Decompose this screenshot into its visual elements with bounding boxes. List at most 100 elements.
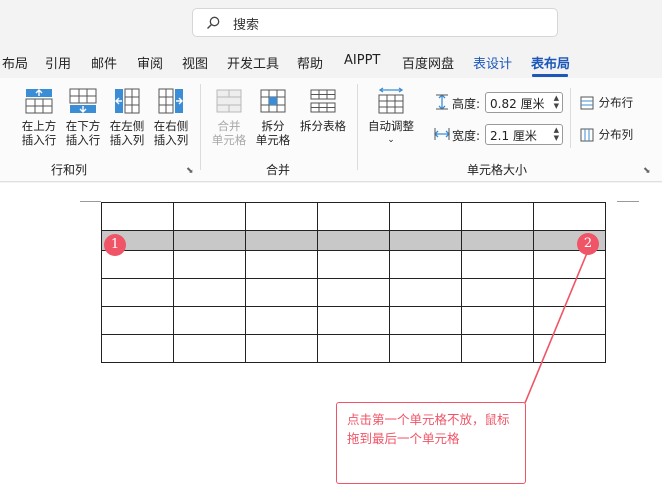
tab-help[interactable]: 帮助 <box>297 53 323 72</box>
dialog-launcher-icon[interactable]: ⬊ <box>186 166 194 176</box>
group-separator <box>570 88 571 148</box>
split-cells-label-1: 拆分 <box>261 119 285 133</box>
table-cell[interactable] <box>101 306 174 335</box>
table-cell[interactable] <box>101 202 174 231</box>
table-cell[interactable] <box>101 278 174 307</box>
table-cell[interactable] <box>389 250 462 279</box>
table-cell[interactable] <box>317 306 390 335</box>
autofit-button[interactable]: 自动调整 ⌄ <box>363 86 419 147</box>
split-table-label: 拆分表格 <box>300 119 346 133</box>
table-cell[interactable] <box>245 278 318 307</box>
table-cell[interactable] <box>389 334 462 363</box>
table-cell[interactable] <box>173 230 246 251</box>
distribute-rows-label: 分布行 <box>598 95 634 110</box>
table-cell[interactable] <box>173 334 246 363</box>
split-cells-label-2: 单元格 <box>255 133 291 147</box>
insert-column-right-button[interactable]: 在右侧 插入列 <box>149 86 193 147</box>
group-label-rows-columns: 行和列 <box>51 163 88 177</box>
search-box[interactable]: 搜索 <box>192 8 558 37</box>
dialog-launcher-icon[interactable]: ⬊ <box>643 166 651 176</box>
split-cells-button[interactable]: 拆分 单元格 <box>251 86 295 147</box>
insert-row-above-icon <box>25 89 53 114</box>
table-cell[interactable] <box>245 250 318 279</box>
table-cell[interactable] <box>245 334 318 363</box>
group-label-merge: 合并 <box>266 163 291 177</box>
word-table[interactable] <box>101 202 606 363</box>
table-cell[interactable] <box>461 230 534 251</box>
distribute-columns-button[interactable]: 分布列 <box>579 127 633 143</box>
table-cell[interactable] <box>101 334 174 363</box>
distribute-columns-label: 分布列 <box>598 127 634 142</box>
tab-references[interactable]: 引用 <box>45 53 71 72</box>
tab-mailings[interactable]: 邮件 <box>91 53 117 72</box>
column-width-input[interactable]: 2.1 厘米 ▲ ▼ <box>485 124 563 145</box>
tab-layout[interactable]: 布局 <box>2 53 28 72</box>
table-cell[interactable] <box>461 306 534 335</box>
width-label: 宽度: <box>452 129 481 143</box>
table-cell[interactable] <box>389 230 462 251</box>
instruction-callout: 点击第一个单元格不放，鼠标拖到最后一个单元格 <box>336 402 526 484</box>
split-table-icon <box>310 89 336 113</box>
column-width-icon <box>434 128 450 140</box>
table-cell[interactable] <box>461 334 534 363</box>
column-width-value: 2.1 厘米 <box>490 129 537 143</box>
insert-row-above-button[interactable]: 在上方 插入行 <box>17 86 61 147</box>
split-cells-icon <box>260 89 286 113</box>
row-height-input[interactable]: 0.82 厘米 ▲ ▼ <box>485 92 563 113</box>
tab-developer[interactable]: 开发工具 <box>227 53 279 72</box>
table-cell[interactable] <box>317 250 390 279</box>
height-label: 高度: <box>452 97 481 111</box>
merge-cells-icon <box>216 89 242 113</box>
search-icon <box>207 16 220 29</box>
table-cell[interactable] <box>533 202 606 231</box>
tab-review[interactable]: 审阅 <box>137 53 163 72</box>
insert-column-left-button[interactable]: 在左侧 插入列 <box>105 86 149 147</box>
insert-column-left-label-1: 在左侧 <box>109 119 145 133</box>
table-cell[interactable] <box>317 334 390 363</box>
distribute-columns-icon <box>580 128 594 142</box>
table-cell[interactable] <box>461 202 534 231</box>
margin-guide <box>80 201 101 202</box>
margin-guide <box>617 201 639 202</box>
tab-table-design[interactable]: 表设计 <box>473 53 512 72</box>
table-cell[interactable] <box>389 202 462 231</box>
active-tab-indicator <box>532 74 568 77</box>
tab-baidu-netdisk[interactable]: 百度网盘 <box>402 53 454 72</box>
merge-cells-button[interactable]: 合并 单元格 <box>207 86 251 147</box>
table-cell[interactable] <box>173 202 246 231</box>
table-cell[interactable] <box>389 278 462 307</box>
tab-aippt[interactable]: AIPPT <box>344 53 380 68</box>
table-cell[interactable] <box>245 202 318 231</box>
table-row <box>101 202 606 231</box>
table-cell[interactable] <box>461 250 534 279</box>
table-cell[interactable] <box>173 250 246 279</box>
table-cell[interactable] <box>245 306 318 335</box>
table-cell[interactable] <box>389 306 462 335</box>
table-cell[interactable] <box>173 306 246 335</box>
table-cell[interactable] <box>533 334 606 363</box>
table-row <box>101 306 606 335</box>
row-height-icon <box>436 94 448 110</box>
insert-column-right-label-2: 插入列 <box>153 133 189 147</box>
table-cell[interactable] <box>245 230 318 251</box>
table-cell[interactable] <box>533 250 606 279</box>
split-table-button[interactable]: 拆分表格 <box>296 86 350 133</box>
step-marker-end: 2 <box>577 233 599 255</box>
tab-view[interactable]: 视图 <box>182 53 208 72</box>
spin-arrows-icon[interactable]: ▲ ▼ <box>554 126 559 142</box>
spin-arrows-icon[interactable]: ▲ ▼ <box>554 94 559 110</box>
distribute-rows-icon <box>580 96 594 110</box>
table-cell[interactable] <box>533 278 606 307</box>
distribute-rows-button[interactable]: 分布行 <box>579 95 633 111</box>
table-cell[interactable] <box>173 278 246 307</box>
insert-row-below-icon <box>69 88 97 113</box>
row-height-value: 0.82 厘米 <box>490 97 545 111</box>
table-cell[interactable] <box>533 306 606 335</box>
tab-table-layout[interactable]: 表布局 <box>531 53 570 72</box>
table-cell[interactable] <box>317 278 390 307</box>
table-cell[interactable] <box>317 230 390 251</box>
insert-column-left-label-2: 插入列 <box>109 133 145 147</box>
table-cell[interactable] <box>317 202 390 231</box>
table-cell[interactable] <box>461 278 534 307</box>
insert-row-below-button[interactable]: 在下方 插入行 <box>61 86 105 147</box>
